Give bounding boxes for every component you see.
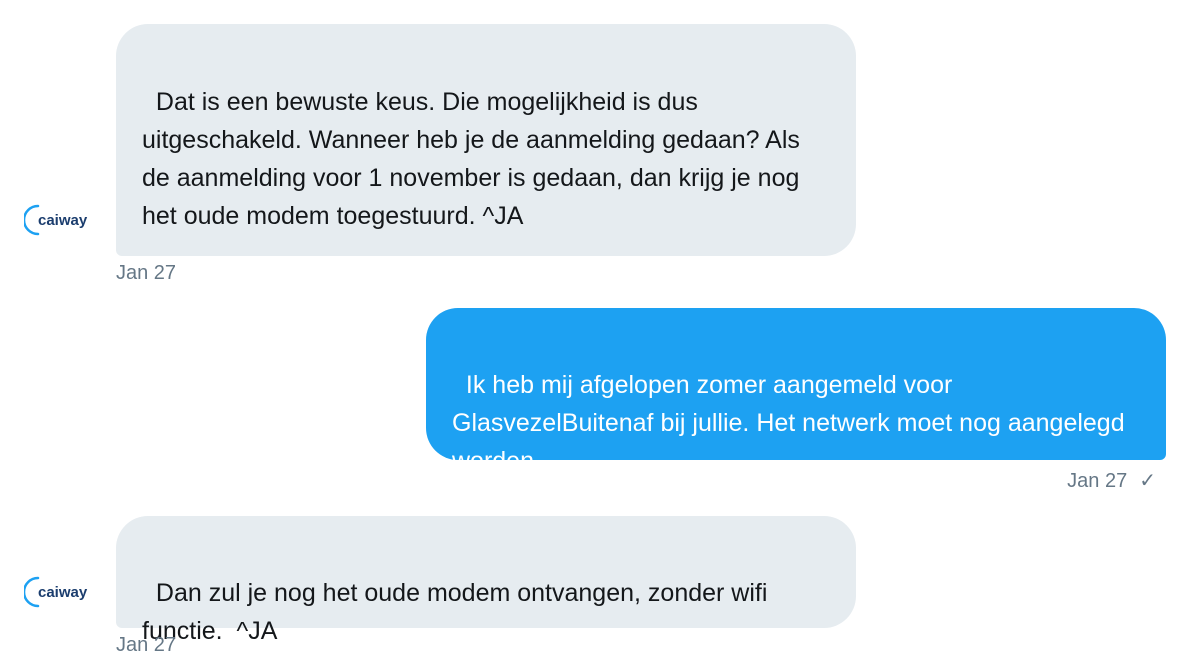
message-text: Ik heb mij afgelopen zomer aangemeld voo…	[452, 371, 1132, 475]
checkmark-icon: ✓	[1139, 470, 1156, 492]
message-bubble-incoming[interactable]: Dat is een bewuste keus. Die mogelijkhei…	[116, 24, 856, 256]
message-text: Dan zul je nog het oude modem ontvangen,…	[142, 579, 775, 645]
message-bubble-outgoing[interactable]: Ik heb mij afgelopen zomer aangemeld voo…	[426, 308, 1166, 475]
message-timestamp: Jan 27 ✓	[1067, 470, 1156, 492]
message-text: Dat is een bewuste keus. Die mogelijkhei…	[142, 88, 807, 230]
message-timestamp: Jan 27	[116, 262, 177, 284]
message-bubble-incoming[interactable]: Dan zul je nog het oude modem ontvangen,…	[116, 516, 856, 645]
caiway-avatar[interactable]: caiway	[24, 200, 94, 240]
caiway-logo-icon: caiway	[24, 204, 88, 236]
caiway-logo-icon: caiway	[24, 576, 88, 608]
logo-text: caiway	[38, 584, 88, 601]
caiway-avatar[interactable]: caiway	[24, 572, 94, 612]
message-timestamp: Jan 27	[116, 634, 177, 656]
logo-text: caiway	[38, 212, 88, 229]
